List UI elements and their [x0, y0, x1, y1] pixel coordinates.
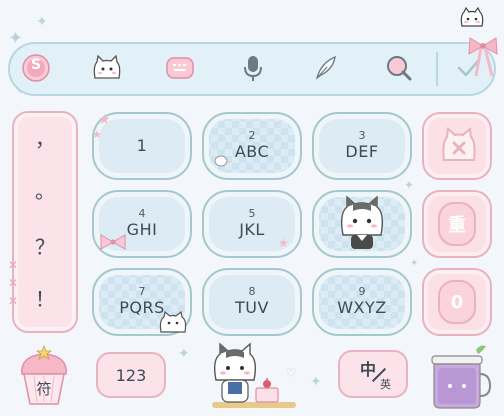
- cross-stitch-decoration: ✕ ✕ ✕: [8, 258, 19, 308]
- retype-key[interactable]: 重: [422, 190, 492, 258]
- feather-pen-icon[interactable]: [310, 52, 342, 84]
- lang-sub-label: 英: [380, 378, 391, 391]
- key-3-def[interactable]: 3 DEF: [312, 112, 412, 180]
- key-8-tuv[interactable]: 8 TUV: [202, 268, 302, 336]
- sparkle-icon: ✦: [310, 374, 322, 390]
- ribbon-bow-icon: [466, 36, 500, 80]
- language-toggle-key[interactable]: 中 英: [338, 350, 408, 398]
- key-6-cat[interactable]: [312, 190, 412, 258]
- search-icon[interactable]: [383, 52, 415, 84]
- zero-key[interactable]: 0: [422, 268, 492, 336]
- symbol-label: 符: [36, 380, 52, 398]
- delete-key[interactable]: [422, 112, 492, 180]
- keyboard-icon[interactable]: [164, 52, 196, 84]
- cat-peek-icon: [158, 310, 188, 334]
- punct-period[interactable]: 。: [14, 175, 76, 204]
- symbol-key[interactable]: 符: [16, 344, 72, 408]
- cat-delete-icon: [442, 127, 476, 161]
- bow-icon: [98, 232, 128, 252]
- toolbar-divider: [436, 52, 438, 86]
- drink-jar-icon: [431, 345, 492, 409]
- key-9-wxyz[interactable]: 9 WXYZ: [312, 268, 412, 336]
- microphone-icon[interactable]: [237, 52, 269, 84]
- heart-decoration-icon: ♡: [286, 366, 297, 380]
- logo-s-icon[interactable]: S: [20, 52, 52, 84]
- punct-comma[interactable]: ，: [14, 123, 76, 152]
- number-label: 123: [115, 365, 147, 385]
- key-2-abc[interactable]: 2 ABC: [202, 112, 302, 180]
- sparkle-icon: ✦: [178, 346, 190, 362]
- cat-sticker-icon: [458, 6, 486, 30]
- paw-icon: [212, 150, 230, 168]
- cat-face-icon[interactable]: [91, 52, 123, 84]
- sparkle-icon: ✦: [410, 258, 419, 269]
- star-icon: ★: [278, 236, 289, 250]
- sparkle-icon: ✦: [36, 14, 48, 30]
- sparkle-icon: ✦: [404, 178, 415, 192]
- star-icon: ★: [98, 112, 111, 128]
- enter-key[interactable]: [426, 342, 494, 410]
- retype-label: 重: [438, 202, 476, 246]
- zero-label: 0: [438, 280, 476, 324]
- cat-character-icon: [340, 195, 384, 249]
- star-icon: ★: [92, 128, 102, 141]
- lang-main-label: 中: [360, 360, 377, 379]
- logo-letter: S: [30, 57, 42, 73]
- number-key[interactable]: 123: [96, 352, 166, 398]
